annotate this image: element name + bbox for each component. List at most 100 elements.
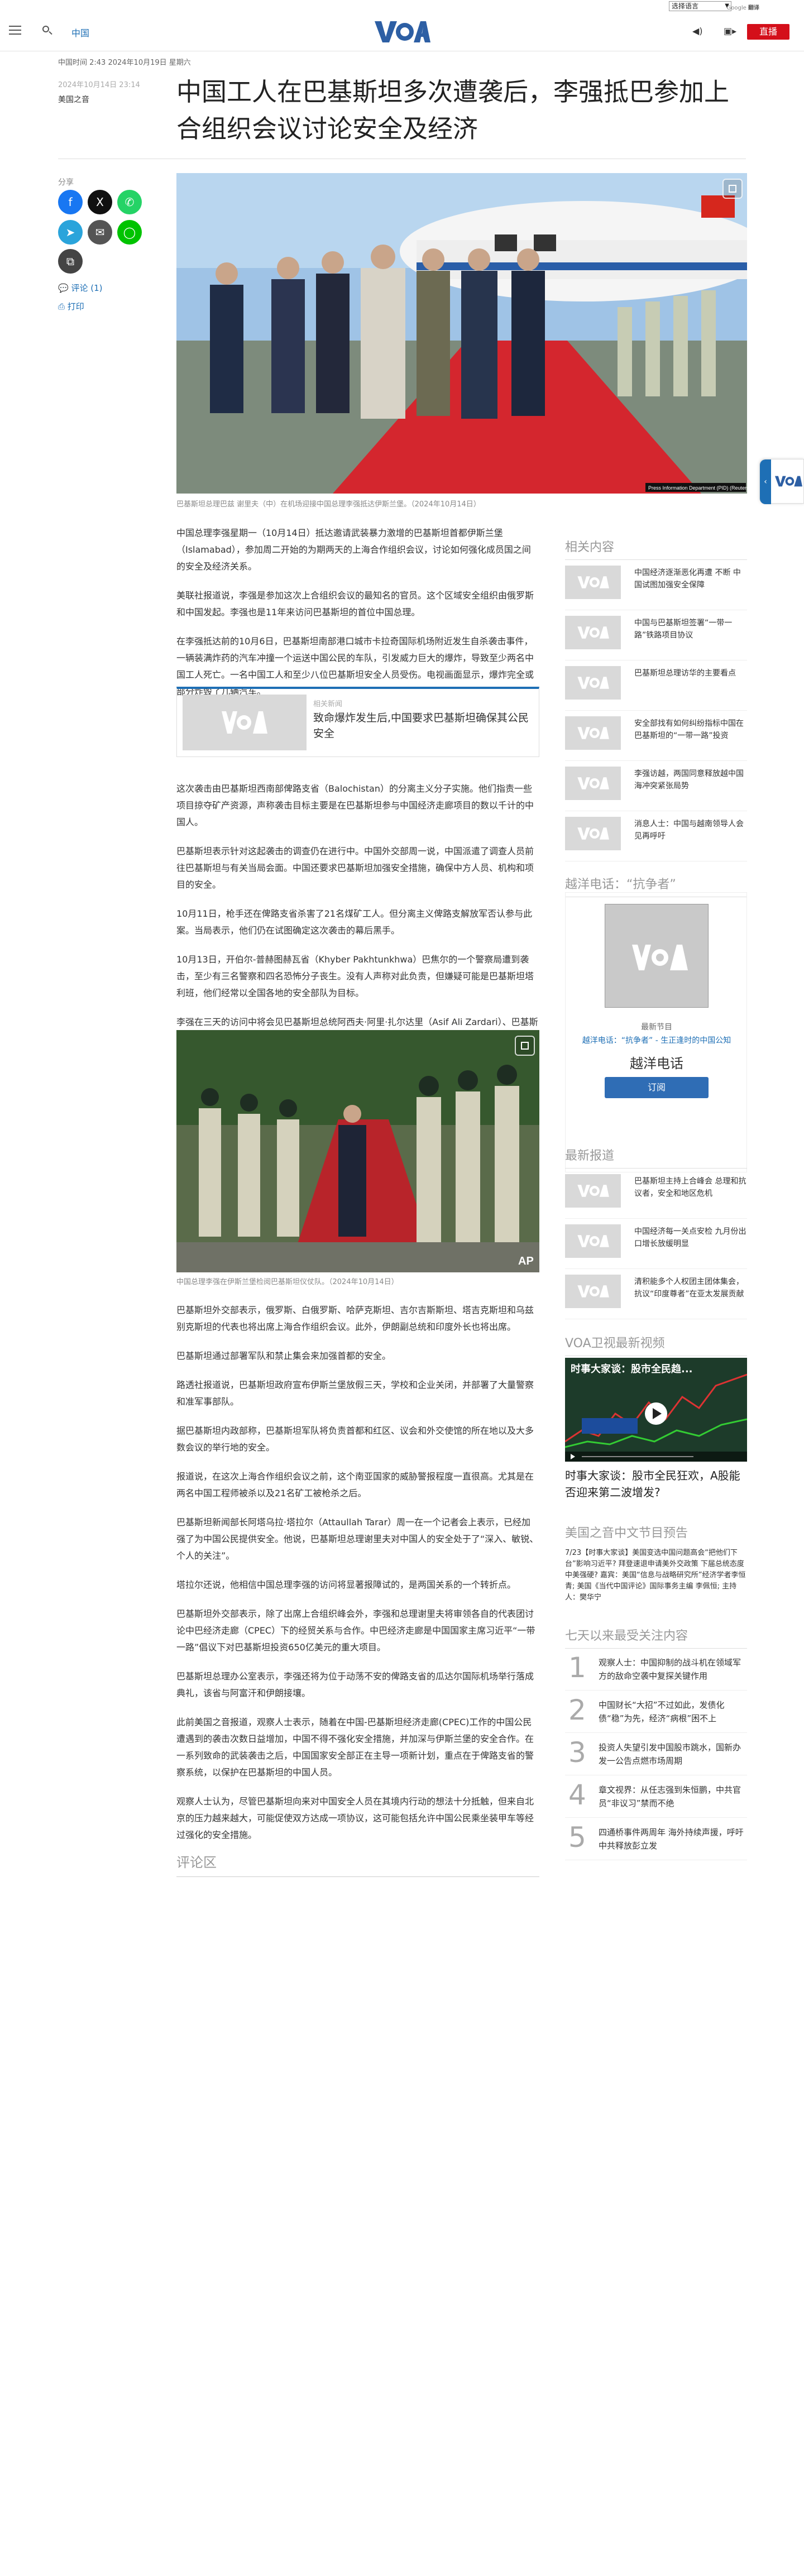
program-episode-link[interactable]: 越洋电话：“抗争者” - 生正逢时的中国公知: [566, 1035, 748, 1046]
paragraph: 巴基斯坦新闻部长阿塔乌拉·塔拉尔（Attaullah Tarar）周一在一个记者…: [176, 1517, 539, 1561]
most-viewed-item[interactable]: 4 章文视界：从任志强到朱恒鹏，中共官员“非议习”禁而不绝: [565, 1778, 747, 1818]
program-thumbnail[interactable]: [605, 904, 709, 1008]
expand-icon[interactable]: [515, 1036, 535, 1056]
paragraph: 巴基斯坦外交部表示，俄罗斯、白俄罗斯、哈萨克斯坦、吉尔吉斯斯坦、塔吉克斯坦和乌兹…: [176, 1305, 534, 1332]
inline-photo[interactable]: AP: [176, 1030, 539, 1272]
utility-bar: 选择语言 ▼ Google 翻译: [0, 0, 804, 13]
sidebar-item[interactable]: 安全部找有如何纠纷指标中国在巴基斯坦的“一带一路”投资: [565, 711, 747, 761]
article-body-part-3: 巴基斯坦外交部表示，俄罗斯、白俄罗斯、哈萨克斯坦、吉尔吉斯斯坦、塔吉克斯坦和乌兹…: [176, 1302, 539, 1856]
paragraph: 塔拉尔还说，他相信中国总理李强的访问将显著报障试的，是两国关系的一个转折点。: [176, 1579, 516, 1590]
thumbnail: [565, 716, 621, 750]
related-article-card[interactable]: 相关新闻 致命爆炸发生后,中国要求巴基斯坦确保其公民安全: [176, 687, 539, 757]
copy-link-icon[interactable]: ⧉: [58, 249, 83, 274]
sidebar-item[interactable]: 中国经济每一关点安检 九月份出口增长放缓明显: [565, 1219, 747, 1269]
subscribe-button[interactable]: 订阅: [605, 1077, 709, 1098]
date-time-line: 中国时间 2:43 2024年10月19日 星期六: [58, 59, 191, 67]
publish-date: 2024年10月14日 23:14: [58, 81, 140, 89]
paragraph: 巴基斯坦总理办公室表示，李强还将为位于动荡不安的俾路支省的瓜达尔国际机场举行落成…: [176, 1671, 534, 1698]
program-latest-label: 最新节目: [641, 1023, 672, 1032]
paragraph: 据巴基斯坦内政部称，巴基斯坦军队将负责首都和红区、议会和外交使馆的所在地以及大多…: [176, 1425, 534, 1453]
sidebar-item[interactable]: 中国经济逐渐恶化再遭 不断 中国试图加强安全保障: [565, 560, 747, 610]
preview-text: 7/23【时事大家谈】美国变选中国问题高会“把他们下台”影响习近平? 拜登速退申…: [565, 1549, 746, 1602]
sidebar-related-title: 相关内容: [565, 537, 747, 560]
program-name: 越洋电话: [630, 1056, 683, 1071]
live-button[interactable]: 直播: [747, 24, 789, 40]
floating-voa-widget[interactable]: ‹: [759, 459, 804, 504]
author[interactable]: 美国之音: [58, 94, 89, 105]
most-viewed-item[interactable]: 5 四通桥事件两周年 海外持续声援，呼吁中共释放彭立发: [565, 1820, 747, 1860]
paragraph: 这次袭击由巴基斯坦西南部俾路支省（Balochistan）的分离主义分子实施。他…: [176, 783, 534, 827]
video-section-title[interactable]: VOA卫视最新视频: [565, 1333, 747, 1356]
comment-icon: 💬: [58, 283, 71, 293]
paragraph: 此前美国之音报道，观察人士表示，随着在中国-巴基斯坦经济走廊(CPEC)工作的中…: [176, 1717, 534, 1778]
sidebar-item[interactable]: 中国与巴基斯坦签署“一带一路”铁路项目协议: [565, 610, 747, 660]
whatsapp-icon[interactable]: ✆: [117, 190, 142, 214]
paragraph: 10月13日，开伯尔-普赫图赫瓦省（Khyber Pakhtunkhwa）巴焦尔…: [176, 954, 534, 998]
search-icon[interactable]: [41, 25, 54, 37]
video-player[interactable]: 时事大家谈：股市全民趋...: [565, 1358, 747, 1462]
thumbnail: [565, 1224, 621, 1258]
paragraph: 巴基斯坦通过部署军队和禁止集会来加强首都的安全。: [176, 1351, 391, 1361]
most-viewed-item[interactable]: 1 观察人士：中国抑制的战斗机在领域军方的敌命空袭中复探关键作用: [565, 1650, 747, 1691]
most-viewed-item[interactable]: 3 投资人失望引发中国股市跳水，国新办发一公告点燃市场周期: [565, 1735, 747, 1775]
x-twitter-icon[interactable]: X: [88, 190, 112, 214]
print-icon: ⎙: [58, 301, 68, 312]
paragraph: 巴基斯坦表示针对这起袭击的调查仍在进行中。中国外交部周一说，中国派遣了调查人员前…: [176, 846, 534, 890]
thumbnail: [565, 666, 621, 700]
sidebar-item[interactable]: 巴基斯坦主持上合峰会 总理和抗议者，安全和地区危机: [565, 1169, 747, 1219]
paragraph: 中国总理李强星期一（10月14日）抵达邀请武装暴力激增的巴基斯坦首都伊斯兰堡（I…: [176, 528, 531, 572]
facebook-icon[interactable]: f: [58, 190, 83, 214]
paragraph: 路透社报道说，巴基斯坦政府宣布伊斯兰堡放假三天，学校和企业关闭，并部署了大量警察…: [176, 1380, 534, 1407]
thumbnail: [565, 1174, 621, 1208]
related-thumbnail: [183, 695, 307, 750]
email-icon[interactable]: ✉: [88, 220, 112, 245]
sidebar-related: 相关内容 中国经济逐渐恶化再遭 不断 中国试图加强安全保障 中国与巴基斯坦签署“…: [565, 537, 747, 861]
article-title: 中国工人在巴基斯坦多次遭袭后，李强抵巴参加上合组织会议讨论安全及经济: [176, 77, 730, 143]
paragraph: 报道说，在这次上海合作组织会议之前，这个南亚国家的威胁警报程度一直很高。尤其是在…: [176, 1471, 534, 1498]
sidebar-latest: 最新报道 巴基斯坦主持上合峰会 总理和抗议者，安全和地区危机 中国经济每一关点安…: [565, 1146, 747, 1319]
comments-section-title: 评论区: [176, 1851, 539, 1877]
paragraph: 巴基斯坦外交部表示，除了出席上合组织峰会外，李强和总理谢里夫将审领各自的代表团讨…: [176, 1608, 535, 1653]
section-link[interactable]: 中国: [71, 26, 89, 39]
thumbnail: [565, 817, 621, 850]
comments-link[interactable]: 💬 评论 (1): [58, 282, 102, 294]
sidebar-item[interactable]: 巴基斯坦总理访华的主要看点: [565, 660, 747, 711]
inline-caption: 中国总理李强在伊斯兰堡检阅巴基斯坦仪仗队。（2024年10月14日）: [176, 1278, 399, 1286]
video-header[interactable]: VOA卫视最新视频: [565, 1333, 747, 1356]
sidebar-item[interactable]: 李强访越，两国同意释放越中国海冲突紧张局势: [565, 761, 747, 811]
sidebar-item[interactable]: 消息人士：中国与越南领导人会见再呼吁: [565, 811, 747, 861]
sidebar-item[interactable]: 清积能多个人权团主团体集会，抗议“印度尊者”在亚太发展贡献: [565, 1269, 747, 1319]
speaker-icon[interactable]: ◀): [692, 26, 703, 36]
hero-caption: 巴基斯坦总理巴兹 谢里夫（中）在机场迎接中国总理李强抵达伊斯兰堡。（2024年1…: [176, 500, 481, 509]
program-card: 最新节目 越洋电话：“抗争者” - 生正逢时的中国公知 越洋电话 订阅: [565, 892, 747, 1172]
google-translate-badge[interactable]: Google 翻译: [727, 3, 759, 11]
share-label: 分享: [58, 178, 74, 187]
print-link[interactable]: ⎙ 打印: [58, 300, 84, 312]
ap-watermark: AP: [518, 1255, 534, 1267]
site-header: 中国 ◀) ▣▸ 直播: [0, 13, 804, 51]
most-viewed-title: 七天以来最受关注内容: [565, 1626, 747, 1649]
menu-icon[interactable]: [9, 26, 21, 36]
language-select[interactable]: 选择语言 ▼: [669, 1, 731, 11]
preview-title: 美国之音中文节目预告: [565, 1526, 688, 1540]
article-body-part-1: 中国总理李强星期一（10月14日）抵达邀请武装暴力激增的巴基斯坦首都伊斯兰堡（I…: [176, 525, 539, 712]
most-viewed-item[interactable]: 2 中国财长“大招”不过如此，发债化债“稳”为先，经济“病根”困不上: [565, 1693, 747, 1733]
hero-photo[interactable]: Press Information Department (PID) (Reut…: [176, 173, 747, 494]
tv-icon[interactable]: ▣▸: [724, 26, 736, 36]
paragraph: 观察人士认为，尽管巴基斯坦向来对中国安全人员在其境内行动的想法十分抵触，但来自北…: [176, 1796, 534, 1840]
line-icon[interactable]: ◯: [117, 220, 142, 245]
telegram-icon[interactable]: ➤: [58, 220, 83, 245]
chevron-left-icon[interactable]: ‹: [760, 459, 771, 504]
latest-title: 最新报道: [565, 1146, 747, 1169]
video-title[interactable]: 时事大家谈：股市全民狂欢，A股能否迎来第二波增发?: [565, 1467, 747, 1501]
expand-icon[interactable]: [722, 179, 743, 199]
paragraph: 美联社报道说，李强是参加这次上合组织会议的最知名的官员。这个区域安全组织由俄罗斯…: [176, 590, 534, 617]
related-title[interactable]: 致命爆炸发生后,中国要求巴基斯坦确保其公民安全: [313, 710, 531, 741]
article-body-part-2: 这次袭击由巴基斯坦西南部俾路支省（Balochistan）的分离主义分子实施。他…: [176, 781, 539, 1060]
thumbnail: [565, 767, 621, 800]
paragraph: 10月11日，枪手还在俾路支省杀害了21名煤矿工人。但分离主义俾路支解放军否认参…: [176, 908, 533, 936]
photo-credit: Press Information Department (PID) (Reut…: [648, 485, 747, 491]
voa-logo[interactable]: [374, 19, 430, 45]
thumbnail: [565, 566, 621, 599]
related-kicker: 相关新闻: [313, 700, 343, 708]
